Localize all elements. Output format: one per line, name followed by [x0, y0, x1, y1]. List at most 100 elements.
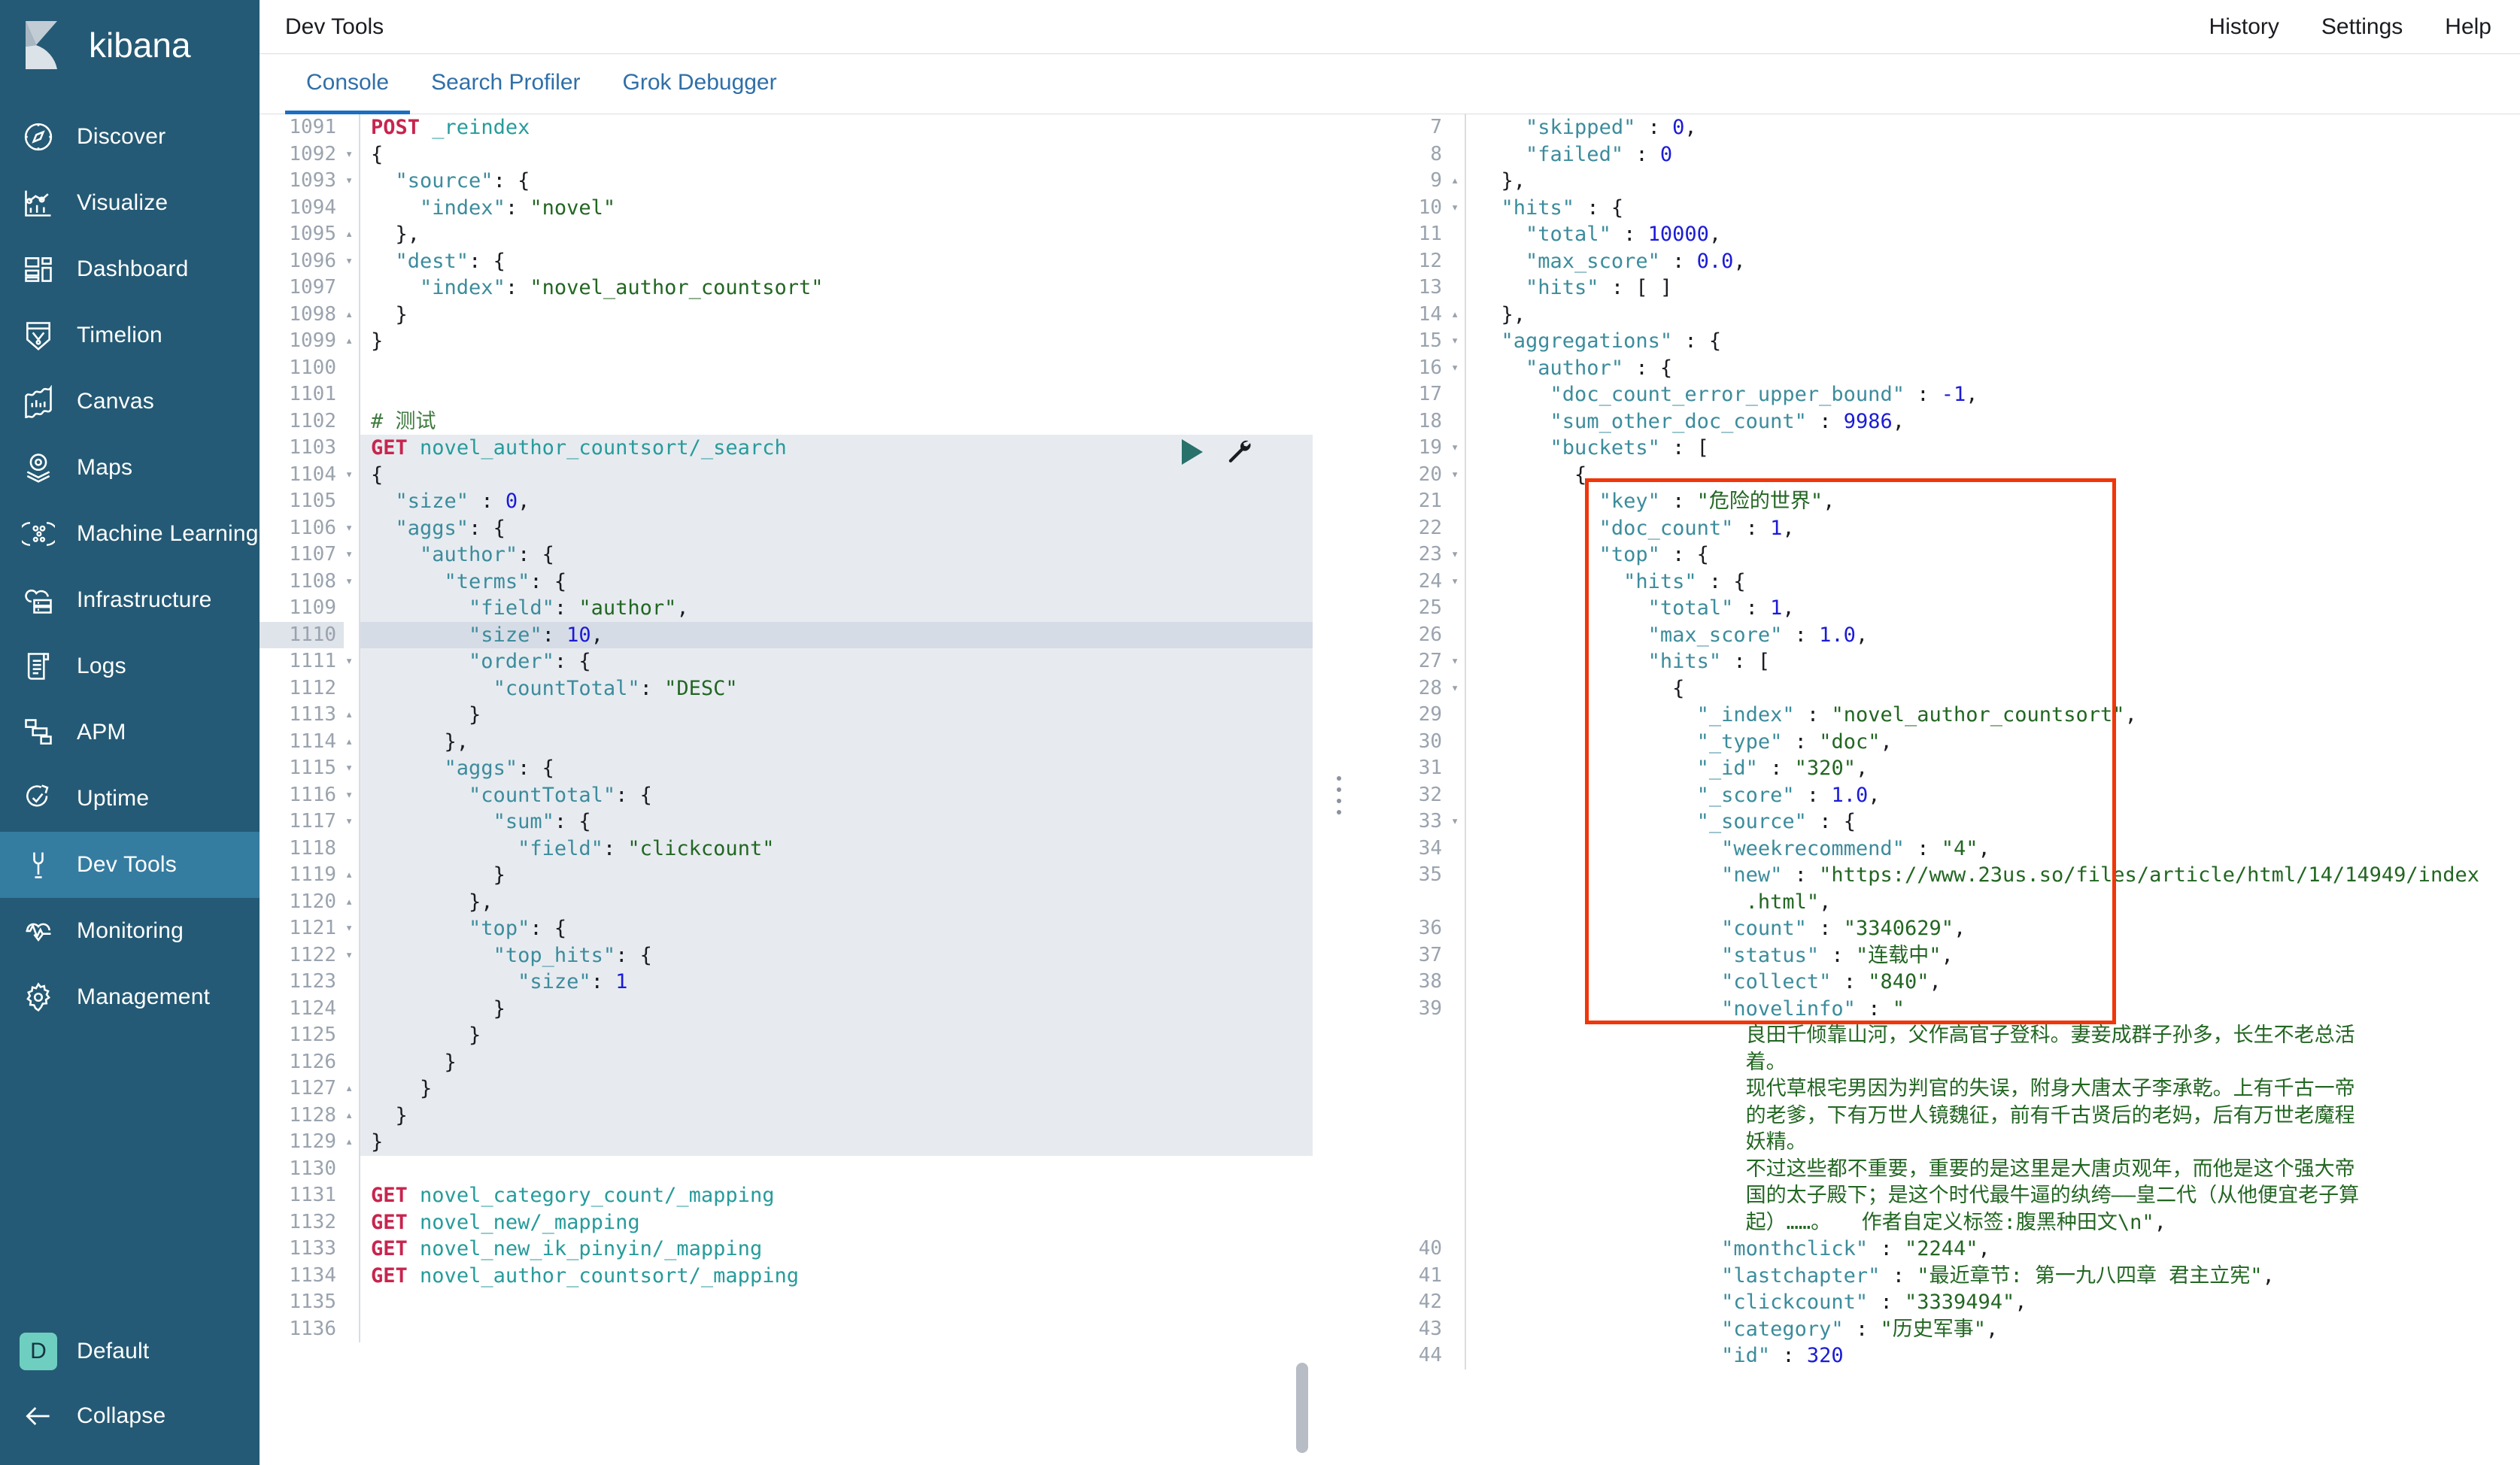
fold-toggle-icon[interactable]: ▾	[1450, 648, 1465, 675]
code-line: 1121 ▾ "top": {	[260, 915, 1313, 942]
fold-toggle-icon[interactable]: ▾	[1450, 541, 1465, 569]
sidebar-item-visualize[interactable]: Visualize	[0, 170, 260, 236]
request-editor[interactable]: 1091 POST _reindex 1092 ▾{1093 ▾ "source": {…	[260, 114, 1313, 1465]
line-number: 1132	[289, 1210, 336, 1233]
sidebar-item-canvas[interactable]: Canvas	[0, 369, 260, 435]
brand[interactable]: kibana	[0, 0, 260, 90]
sidebar-item-timelion[interactable]: Timelion	[0, 302, 260, 369]
fold-toggle-icon[interactable]: ▴	[344, 328, 359, 355]
code-text: GET novel_category_count/_mapping	[359, 1182, 1313, 1209]
fold-toggle-icon[interactable]: ▴	[344, 1129, 359, 1156]
settings-link[interactable]: Settings	[2321, 14, 2403, 40]
code-text: }	[359, 1075, 1313, 1103]
request-editor-lines[interactable]: 1091 POST _reindex 1092 ▾{1093 ▾ "source": {…	[260, 114, 1313, 1465]
code-line: 30 "_type" : "doc",	[1365, 728, 2520, 755]
fold-toggle-icon[interactable]: ▴	[344, 1103, 359, 1130]
fold-toggle-icon[interactable]: ▴	[344, 1075, 359, 1103]
code-text: "_type" : "doc",	[1465, 728, 2520, 755]
wrench-icon[interactable]	[1225, 436, 1252, 467]
code-text: "max_score" : 0.0,	[1465, 247, 2520, 274]
fold-toggle-icon[interactable]: ▴	[344, 221, 359, 248]
sidebar-item-monitoring[interactable]: Monitoring	[0, 898, 260, 964]
fold-toggle-icon[interactable]: ▴	[344, 702, 359, 729]
sidebar-item-label: Dashboard	[77, 256, 189, 281]
fold-toggle-icon[interactable]: ▾	[344, 569, 359, 596]
sidebar-item-uptime[interactable]: Uptime	[0, 766, 260, 832]
machine-learning-icon	[20, 515, 57, 553]
space-selector[interactable]: D Default	[0, 1319, 260, 1384]
sidebar-item-dev-tools[interactable]: Dev Tools	[0, 832, 260, 898]
fold-toggle-icon[interactable]: ▴	[1450, 302, 1465, 329]
line-number: 1118	[260, 835, 344, 862]
line-number: 38	[1418, 970, 1442, 993]
code-line: 20 ▾ {	[1365, 461, 2520, 489]
code-line: 15 ▾ "aggregations" : {	[1365, 328, 2520, 355]
tab-search-profiler[interactable]: Search Profiler	[410, 70, 601, 114]
code-text: "_id" : "320",	[1465, 755, 2520, 782]
line-number: 1136	[289, 1317, 336, 1340]
help-link[interactable]: Help	[2445, 14, 2491, 40]
code-text: }	[359, 1048, 1313, 1075]
sidebar-item-label: Dev Tools	[77, 852, 177, 877]
fold-toggle-icon[interactable]: ▾	[1450, 462, 1465, 489]
fold-toggle-icon[interactable]: ▾	[1450, 569, 1465, 596]
fold-toggle-icon[interactable]: ▴	[344, 889, 359, 916]
fold-toggle-icon[interactable]: ▾	[1450, 675, 1465, 702]
sidebar-item-maps[interactable]: Maps	[0, 435, 260, 501]
fold-toggle-icon[interactable]: ▾	[344, 648, 359, 675]
code-line: 24 ▾ "hits" : {	[1365, 568, 2520, 596]
tab-grok-debugger[interactable]: Grok Debugger	[602, 70, 798, 114]
fold-toggle-icon[interactable]: ▾	[1450, 355, 1465, 382]
splitter-grip[interactable]	[1337, 776, 1341, 814]
line-number: 1111	[260, 648, 344, 675]
sidebar-item-management[interactable]: Management	[0, 964, 260, 1030]
response-viewer[interactable]: 7 "skipped" : 0, 8 "failed" : 0 9 ▴ }, 10 ▾ "…	[1365, 114, 2520, 1465]
sidebar-item-machine-learning[interactable]: Machine Learning	[0, 501, 260, 567]
fold-toggle-icon[interactable]: ▾	[1450, 435, 1465, 462]
fold-toggle-icon[interactable]: ▴	[344, 302, 359, 329]
editor-scrollbar[interactable]	[1296, 1363, 1308, 1453]
code-line: 1131 GET novel_category_count/_mapping	[260, 1182, 1313, 1209]
sidebar-item-logs[interactable]: Logs	[0, 633, 260, 699]
fold-toggle-icon[interactable]: ▾	[1450, 808, 1465, 836]
code-line: 32 "_score" : 1.0,	[1365, 781, 2520, 808]
code-text: "hits" : {	[1465, 568, 2520, 595]
fold-toggle-icon[interactable]: ▴	[344, 862, 359, 889]
fold-toggle-icon[interactable]: ▾	[344, 942, 359, 969]
fold-toggle-icon[interactable]: ▾	[344, 248, 359, 275]
code-text: "aggregations" : {	[1465, 328, 2520, 355]
fold-toggle-icon[interactable]: ▴	[1450, 168, 1465, 195]
play-icon[interactable]	[1182, 438, 1203, 465]
sidebar-item-infrastructure[interactable]: Infrastructure	[0, 567, 260, 633]
fold-toggle-icon[interactable]: ▴	[344, 729, 359, 756]
fold-toggle-icon[interactable]: ▾	[344, 541, 359, 569]
fold-toggle-icon[interactable]: ▾	[344, 915, 359, 942]
fold-toggle-icon[interactable]: ▾	[344, 755, 359, 782]
line-number: 13	[1418, 276, 1442, 299]
code-line: 1116 ▾ "countTotal": {	[260, 781, 1313, 809]
line-number: 1123	[260, 969, 344, 996]
pane-splitter[interactable]	[1313, 114, 1365, 1465]
tab-console[interactable]: Console	[285, 70, 411, 114]
code-text: "new" : "https://www.23us.so/files/artic…	[1465, 862, 2520, 915]
fold-toggle-icon[interactable]: ▾	[344, 141, 359, 168]
code-text: "top" : {	[1465, 541, 2520, 569]
fold-toggle-icon[interactable]: ▾	[1450, 195, 1465, 222]
line-number: 1091	[289, 116, 336, 138]
line-number: 1135	[289, 1291, 336, 1313]
line-number: 29	[1418, 703, 1442, 726]
fold-toggle-icon[interactable]: ▾	[344, 462, 359, 489]
sidebar-item-dashboard[interactable]: Dashboard	[0, 236, 260, 302]
fold-toggle-icon[interactable]: ▾	[1450, 328, 1465, 355]
fold-toggle-icon[interactable]: ▾	[344, 515, 359, 542]
fold-toggle-icon[interactable]: ▾	[344, 782, 359, 809]
sidebar-item-discover[interactable]: Discover	[0, 104, 260, 170]
sidebar-item-apm[interactable]: APM	[0, 699, 260, 766]
fold-toggle-icon[interactable]: ▾	[344, 168, 359, 195]
history-link[interactable]: History	[2209, 14, 2279, 40]
fold-toggle-icon[interactable]: ▾	[344, 808, 359, 836]
collapse-button[interactable]: Collapse	[0, 1384, 260, 1448]
code-line: 1100	[260, 354, 1313, 381]
line-number: 26	[1418, 623, 1442, 646]
code-text: {	[359, 141, 1313, 168]
